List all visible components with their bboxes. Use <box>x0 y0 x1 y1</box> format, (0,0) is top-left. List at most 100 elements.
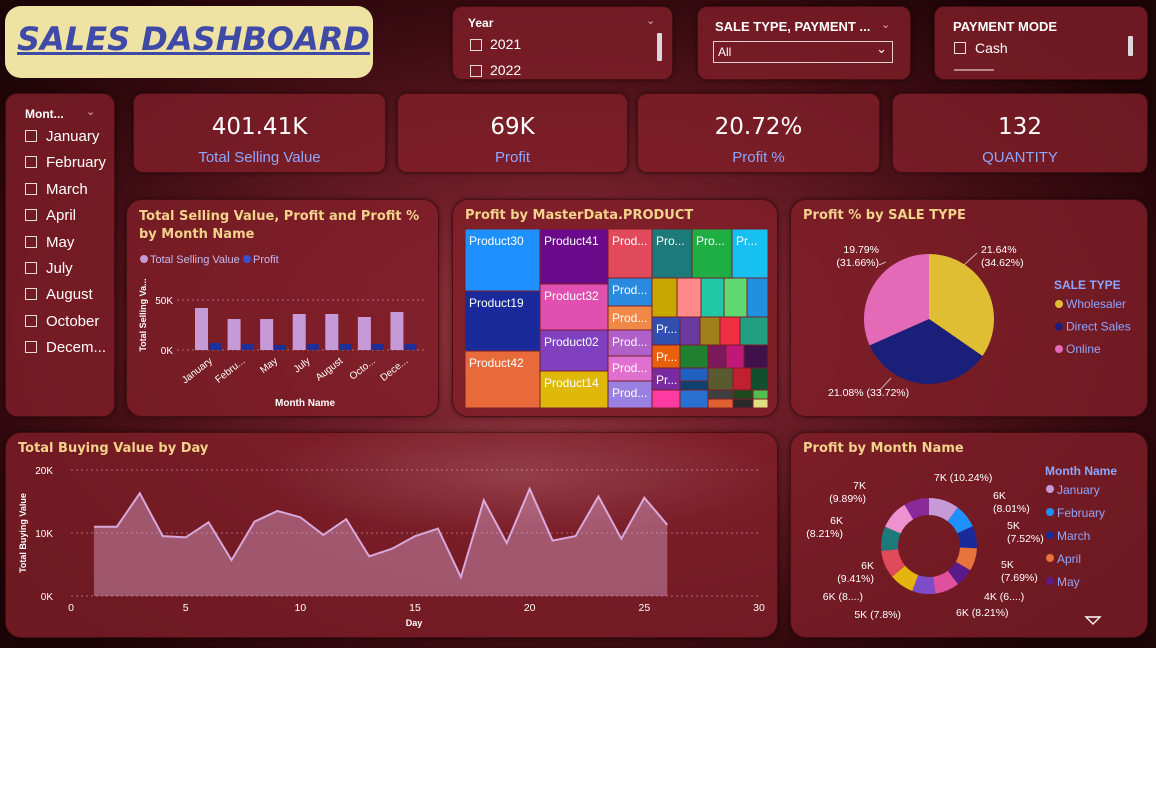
donut-data-label: 6K <box>993 490 1006 502</box>
kpi-label: Total Selling Value <box>198 149 321 166</box>
kpi-value: 132 <box>998 114 1042 140</box>
bar-total-selling-value <box>390 312 404 350</box>
treemap-tile <box>676 277 702 318</box>
month-checkbox[interactable] <box>25 182 37 195</box>
treemap-tile <box>699 316 721 346</box>
legend-label: Online <box>1066 342 1101 356</box>
year-slicer[interactable]: Year ⌄ 2021 2022 <box>452 6 673 80</box>
year-option-2021[interactable]: 2021 <box>490 36 521 52</box>
treemap-label: Prod... <box>612 311 647 325</box>
area-fill <box>93 488 668 596</box>
treemap-tile <box>732 398 754 409</box>
treemap-label: Product19 <box>469 296 524 310</box>
donut-data-label: 7K <box>853 480 866 492</box>
bar-total-selling-value <box>325 314 339 350</box>
month-checkbox[interactable] <box>25 209 37 222</box>
bar-profit <box>371 344 384 350</box>
year-scrollbar[interactable] <box>657 33 662 61</box>
treemap-label: Pr... <box>736 234 757 248</box>
month-checkbox[interactable] <box>25 235 37 248</box>
legend-marker <box>1046 554 1054 562</box>
year-checkbox-2021[interactable] <box>470 39 482 51</box>
bar-profit <box>241 344 254 350</box>
sale-type-dropdown[interactable]: All ⌄ <box>713 41 893 63</box>
legend-scroll-down-icon <box>1084 616 1102 625</box>
bar-total-selling-value <box>292 314 306 350</box>
payment-option-cash[interactable]: Cash <box>975 40 1008 56</box>
y-tick-label: 20K <box>35 466 53 477</box>
page-title: SALES DASHBOARD <box>17 20 370 58</box>
donut-data-label: 6K (8....) <box>823 591 863 603</box>
area-chart: 0K 10K 20K 0 5 10 15 20 25 30 Day Total Buying Valu… <box>18 466 765 628</box>
treemap-label: Product32 <box>544 289 599 303</box>
legend-label: Direct Sales <box>1066 320 1131 334</box>
x-axis-label: Day <box>406 618 423 628</box>
treemap-tile <box>719 316 741 346</box>
chevron-down-icon[interactable]: ⌄ <box>86 105 95 118</box>
y-axis-label: Total Selling Va... <box>138 278 148 351</box>
treemap-tile <box>679 367 709 382</box>
legend-label: April <box>1057 552 1081 566</box>
treemap-tile <box>707 367 734 391</box>
month-option[interactable]: May <box>46 234 74 251</box>
month-slicer[interactable]: Mont... ⌄ January February March April May Ju… <box>5 93 115 417</box>
payment-mode-slicer[interactable]: PAYMENT MODE Cash <box>934 6 1148 80</box>
treemap-tile <box>651 389 681 409</box>
sale-type-slicer[interactable]: SALE TYPE, PAYMENT ... ⌄ All ⌄ <box>697 6 911 80</box>
month-option[interactable]: August <box>46 286 93 303</box>
treemap-tile <box>750 367 769 391</box>
treemap-tile <box>707 344 727 369</box>
bar-profit <box>209 343 221 350</box>
month-option[interactable]: Decem... <box>46 339 106 356</box>
donut-data-label: (7.52%) <box>1007 533 1044 545</box>
y-tick-label: 10K <box>35 529 53 540</box>
x-tick-label: May <box>258 356 280 376</box>
treemap-tile <box>752 389 769 400</box>
month-option[interactable]: July <box>46 260 73 277</box>
payment-checkbox-cash[interactable] <box>954 42 966 54</box>
month-checkbox[interactable] <box>25 156 37 169</box>
title-banner: SALES DASHBOARD <box>5 6 373 78</box>
month-option[interactable]: October <box>46 313 99 330</box>
payment-scrollbar[interactable] <box>1128 36 1133 56</box>
pie-data-label: 21.64% <box>981 244 1017 256</box>
treemap-tile <box>700 277 725 318</box>
legend-label: Total Selling Value <box>150 254 240 266</box>
legend-marker <box>243 255 251 263</box>
month-option[interactable]: February <box>46 154 106 171</box>
treemap-tile <box>732 367 752 391</box>
x-tick-label: 0 <box>68 602 74 614</box>
x-tick-label: Febru... <box>213 356 247 386</box>
leader-line <box>878 261 887 266</box>
x-tick-label: Dece... <box>379 356 411 384</box>
treemap-label: Pr... <box>656 350 677 364</box>
bar-profit <box>274 345 287 350</box>
month-option[interactable]: April <box>46 207 76 224</box>
chevron-down-icon[interactable]: ⌄ <box>646 14 655 27</box>
month-option[interactable]: January <box>46 128 99 145</box>
pie-data-label: (34.62%) <box>981 257 1024 269</box>
kpi-profit: 69K Profit <box>397 93 628 173</box>
kpi-label: Profit % <box>732 149 785 166</box>
donut-data-label: (7.69%) <box>1001 572 1038 584</box>
x-tick-label: 5 <box>183 602 189 614</box>
treemap-tile <box>746 277 769 318</box>
legend-label: May <box>1057 575 1080 589</box>
legend-marker <box>1046 577 1054 585</box>
month-checkbox[interactable] <box>25 262 37 274</box>
chevron-down-icon: ⌄ <box>876 42 887 57</box>
y-tick-label: 50K <box>155 296 173 307</box>
year-checkbox-2022[interactable] <box>470 65 482 77</box>
chevron-down-icon[interactable]: ⌄ <box>881 18 890 31</box>
month-checkbox[interactable] <box>25 130 37 142</box>
year-option-2022[interactable]: 2022 <box>490 62 521 77</box>
donut-data-label: 6K <box>861 560 874 572</box>
month-checkbox[interactable] <box>25 314 37 327</box>
kpi-label: Profit <box>494 149 530 166</box>
month-option[interactable]: March <box>46 181 88 198</box>
bar-profit <box>404 344 417 350</box>
month-checkbox[interactable] <box>25 341 37 354</box>
month-checkbox[interactable] <box>25 288 37 301</box>
sale-type-slicer-label: SALE TYPE, PAYMENT ... <box>715 19 871 34</box>
treemap-label: Pro... <box>656 234 685 248</box>
